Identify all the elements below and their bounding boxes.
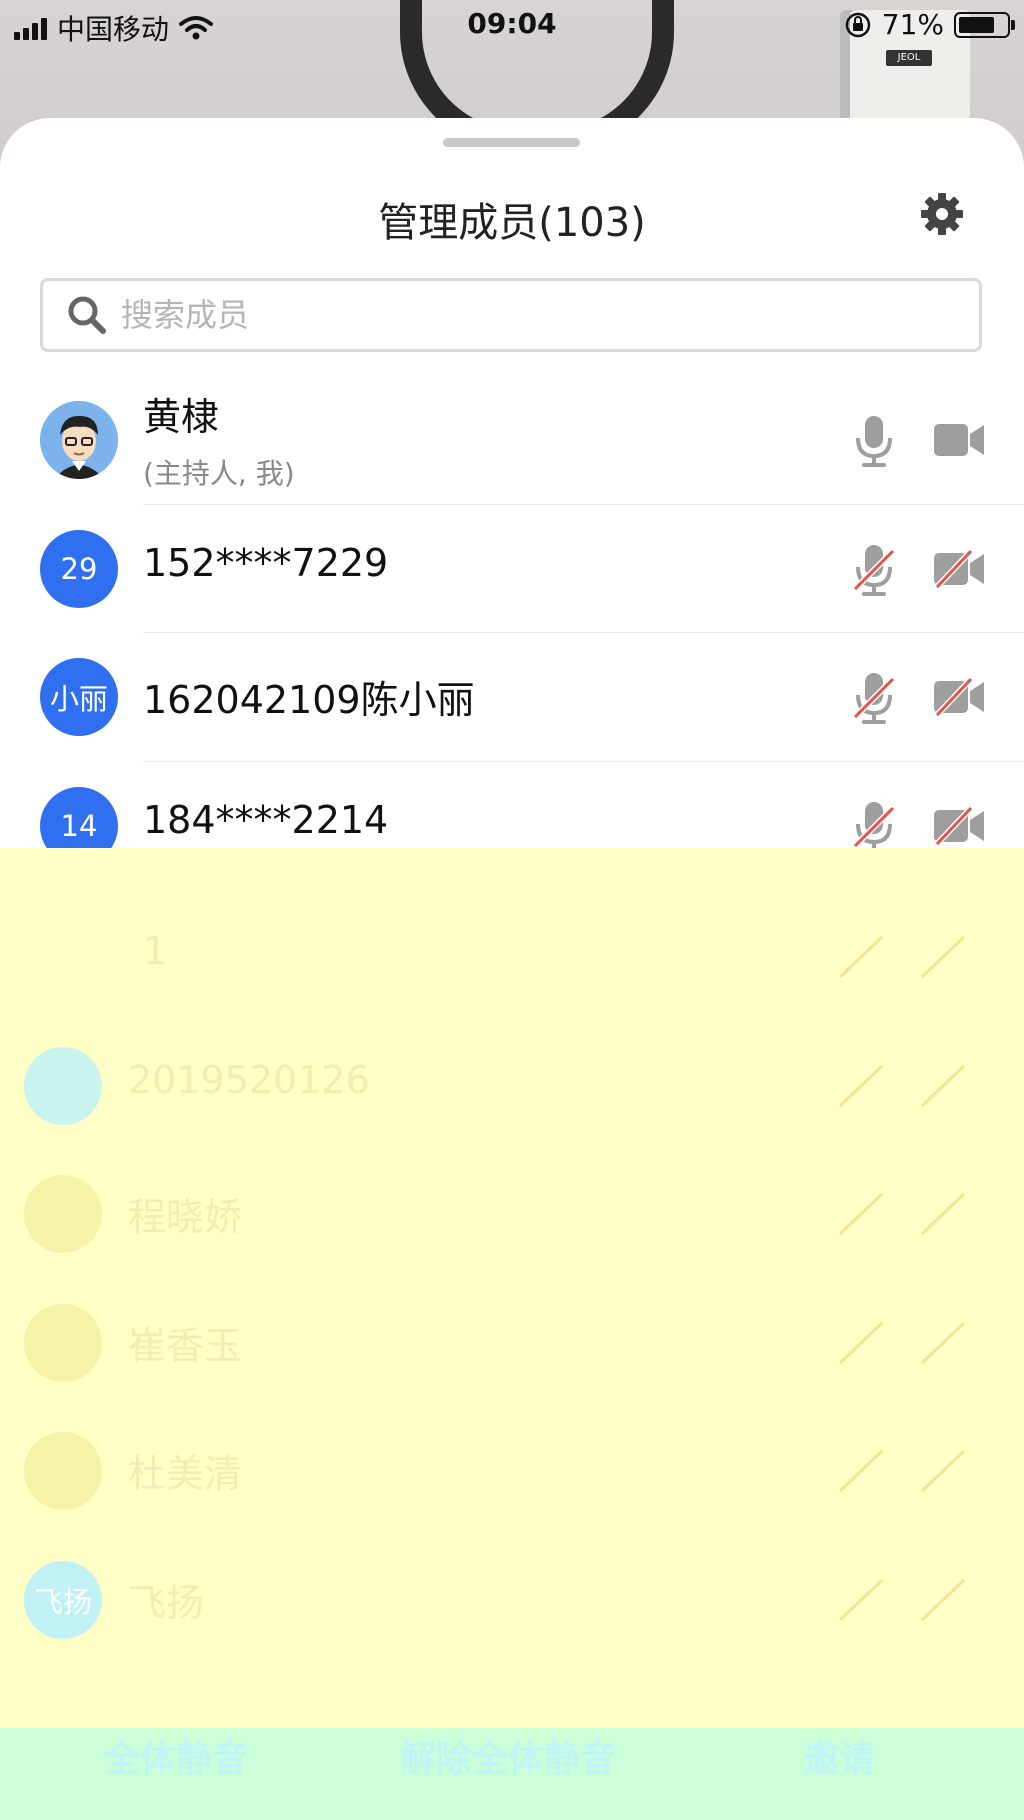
avatar bbox=[40, 918, 118, 996]
battery-percent: 71% bbox=[881, 8, 944, 41]
video-camera-off-icon[interactable] bbox=[918, 1188, 970, 1240]
member-name: 程晓娇 bbox=[128, 1195, 243, 1240]
list-item[interactable]: 飞扬 飞扬 bbox=[0, 1536, 1024, 1665]
microphone-muted-icon[interactable] bbox=[836, 931, 888, 983]
invite-button[interactable]: 邀请 bbox=[803, 1730, 875, 1782]
action-bar: 全体静音 解除全体静音 邀请 bbox=[0, 1728, 1024, 1820]
video-camera-icon[interactable] bbox=[933, 420, 985, 460]
list-item[interactable]: 程晓娇 bbox=[0, 1150, 1024, 1279]
occluding-overlay: 1 2019520126 程晓娇 崔香玉 杜美清 飞扬 飞扬 bbox=[0, 848, 1024, 1728]
avatar: 飞扬 bbox=[24, 1560, 102, 1639]
avatar bbox=[40, 401, 118, 479]
member-name: 杜美清 bbox=[128, 1452, 243, 1497]
avatar: 29 bbox=[40, 529, 118, 608]
avatar bbox=[24, 1046, 102, 1125]
list-item[interactable]: 2019520126 bbox=[0, 1022, 1024, 1151]
gear-icon[interactable] bbox=[918, 190, 966, 238]
member-name: 184****2214 bbox=[143, 797, 389, 842]
avatar: 小丽 bbox=[40, 658, 118, 737]
microphone-muted-icon[interactable] bbox=[851, 800, 897, 854]
list-item[interactable]: 崔香玉 bbox=[0, 1279, 1024, 1408]
microphone-icon[interactable] bbox=[851, 414, 897, 468]
video-camera-off-icon[interactable] bbox=[918, 1574, 970, 1626]
microphone-muted-icon[interactable] bbox=[851, 671, 897, 725]
cartoon-face-icon bbox=[40, 401, 118, 479]
search-input[interactable] bbox=[119, 295, 943, 335]
member-role: (主持人, 我) bbox=[143, 457, 295, 490]
member-name: 2019520126 bbox=[128, 1057, 370, 1102]
member-name: 152****7229 bbox=[143, 540, 389, 585]
list-item[interactable]: 小丽 162042109陈小丽 bbox=[0, 633, 1024, 762]
microphone-muted-icon[interactable] bbox=[851, 543, 897, 597]
list-item[interactable]: 29 152****7229 bbox=[0, 505, 1024, 634]
rotation-lock-icon bbox=[845, 12, 871, 37]
avatar bbox=[24, 1432, 102, 1511]
video-camera-off-icon[interactable] bbox=[933, 677, 985, 718]
member-name: 飞扬 bbox=[128, 1580, 205, 1625]
member-search[interactable] bbox=[40, 278, 982, 352]
member-list: 黄棣 (主持人, 我) 29 152****7229 小丽 162042109陈… bbox=[0, 376, 1024, 890]
member-name: 黄棣 bbox=[143, 395, 220, 439]
video-camera-off-icon[interactable] bbox=[933, 805, 985, 846]
video-camera-off-icon[interactable] bbox=[918, 1060, 970, 1112]
microphone-muted-icon[interactable] bbox=[836, 1060, 888, 1112]
list-item[interactable]: 1 bbox=[0, 893, 1024, 1022]
avatar bbox=[24, 1175, 102, 1254]
video-camera-off-icon[interactable] bbox=[918, 1445, 970, 1497]
microphone-muted-icon[interactable] bbox=[836, 1317, 888, 1369]
search-icon bbox=[68, 296, 106, 334]
microphone-muted-icon[interactable] bbox=[836, 1188, 888, 1240]
microphone-muted-icon[interactable] bbox=[836, 1445, 888, 1497]
status-bar: 中国移动 09:04 71% bbox=[0, 0, 1024, 52]
member-name: 162042109陈小丽 bbox=[143, 678, 475, 723]
member-name: 崔香玉 bbox=[128, 1323, 243, 1368]
list-item[interactable]: 黄棣 (主持人, 我) bbox=[0, 376, 1024, 505]
video-camera-off-icon[interactable] bbox=[918, 1317, 970, 1369]
avatar bbox=[24, 1303, 102, 1382]
battery-icon bbox=[954, 11, 1015, 38]
video-camera-off-icon[interactable] bbox=[918, 931, 970, 983]
machine-logo: JEOL bbox=[886, 50, 932, 66]
unmute-all-button[interactable]: 解除全体静音 bbox=[400, 1730, 616, 1782]
video-camera-off-icon[interactable] bbox=[933, 548, 985, 589]
member-name: 1 bbox=[143, 929, 168, 973]
mute-all-button[interactable]: 全体静音 bbox=[104, 1730, 248, 1782]
microphone-muted-icon[interactable] bbox=[836, 1574, 888, 1626]
drag-handle[interactable] bbox=[443, 138, 580, 147]
list-item[interactable]: 杜美清 bbox=[0, 1407, 1024, 1536]
sheet-title: 管理成员(103) bbox=[378, 200, 646, 246]
